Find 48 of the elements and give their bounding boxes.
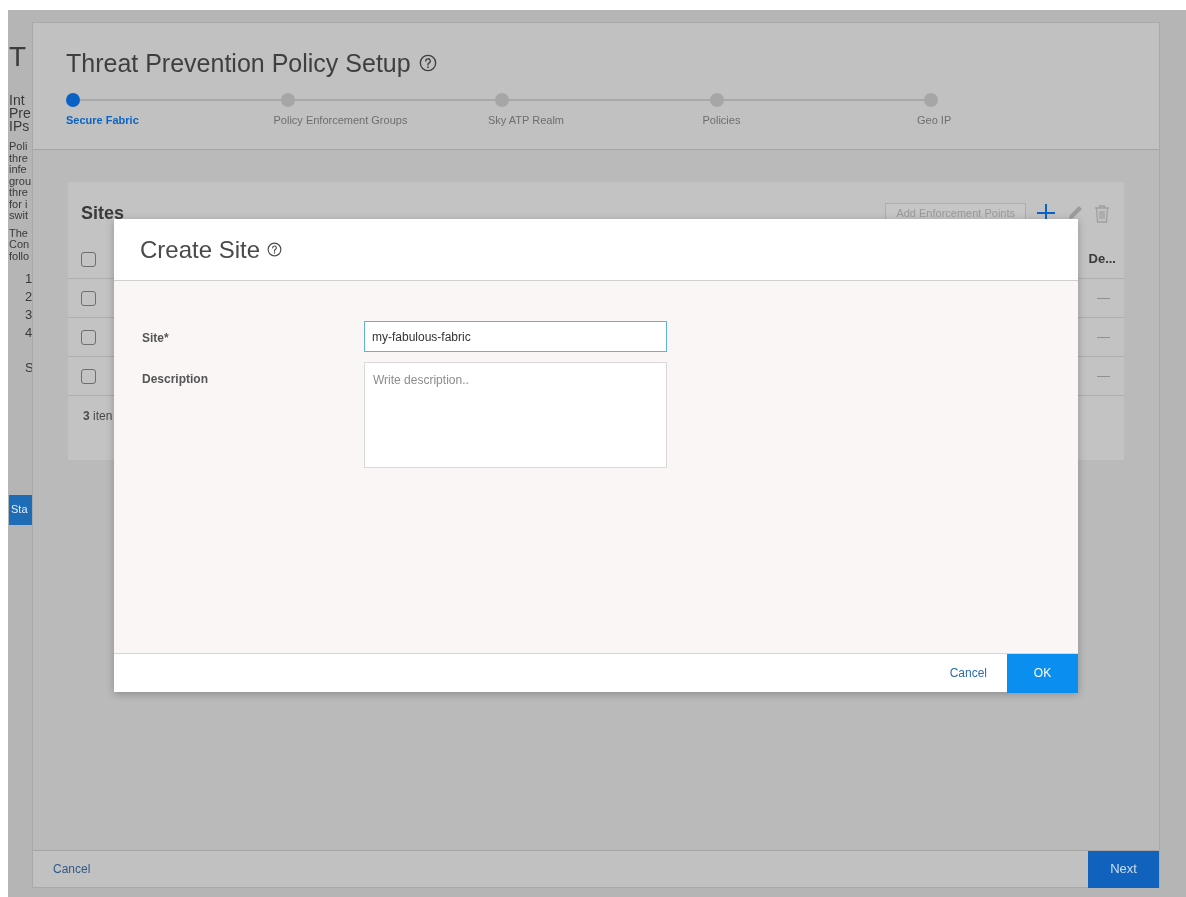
table-cell-text: — [1097, 328, 1110, 347]
paragraph-text: swit [9, 210, 28, 222]
list-number: 1 [25, 272, 33, 286]
checkbox[interactable] [81, 251, 96, 267]
trash-icon[interactable] [1094, 203, 1110, 223]
help-icon[interactable] [418, 54, 437, 72]
paragraph-text: infe [9, 164, 27, 176]
step-tab[interactable]: Secure Fabric [66, 112, 139, 129]
table-cell-text: — [1097, 367, 1110, 386]
paragraph-text: Con [9, 239, 30, 251]
paragraph-text: The [9, 227, 28, 239]
paragraph-text: follo [9, 250, 30, 262]
paragraph-text: thre [9, 152, 28, 164]
intro-text: Pre [9, 107, 31, 120]
pencil-icon[interactable] [1066, 204, 1084, 222]
paragraph-text: thre [9, 187, 28, 199]
list-number: 2 [25, 290, 33, 304]
item-count: 3 iten [83, 408, 113, 425]
sites-title: Sites [81, 201, 125, 225]
cancel-link[interactable]: Cancel [949, 664, 987, 682]
step-tab[interactable]: Policy Enforcement Groups [273, 112, 408, 129]
step-tab[interactable]: Policies [702, 112, 741, 129]
checkbox[interactable] [81, 329, 96, 345]
description-field[interactable]: Write description.. [364, 362, 667, 468]
field-label: Site* [141, 330, 170, 347]
step-tab[interactable]: Sky ATP Realm [488, 112, 564, 129]
dialog-title: Create Site [140, 234, 261, 265]
paragraph-text: Poli [9, 141, 28, 153]
wizard-title: Threat Prevention Policy Setup [66, 48, 411, 79]
column-header[interactable]: De... [1088, 249, 1116, 269]
list-number: 4 [25, 326, 33, 340]
paragraph-text: for i [9, 198, 28, 210]
intro-text: IPs [9, 120, 31, 133]
checkbox[interactable] [81, 290, 96, 306]
paragraph-text: grou [9, 175, 32, 187]
start-button[interactable]: Sta [9, 494, 33, 525]
list-number: 3 [25, 308, 33, 322]
page-title: T [9, 40, 27, 74]
cancel-link[interactable]: Cancel [53, 860, 91, 878]
step-tab[interactable]: Geo IP [917, 112, 952, 129]
checkbox[interactable] [81, 368, 96, 384]
ok-button[interactable]: OK [1007, 653, 1078, 693]
site-input-field[interactable]: my-fabulous-fabric [364, 321, 667, 352]
next-button[interactable]: Next [1088, 850, 1159, 888]
help-icon[interactable] [267, 242, 283, 257]
intro-text: Int [9, 94, 26, 107]
table-cell-text: — [1097, 289, 1110, 308]
field-label: Description [141, 371, 209, 388]
